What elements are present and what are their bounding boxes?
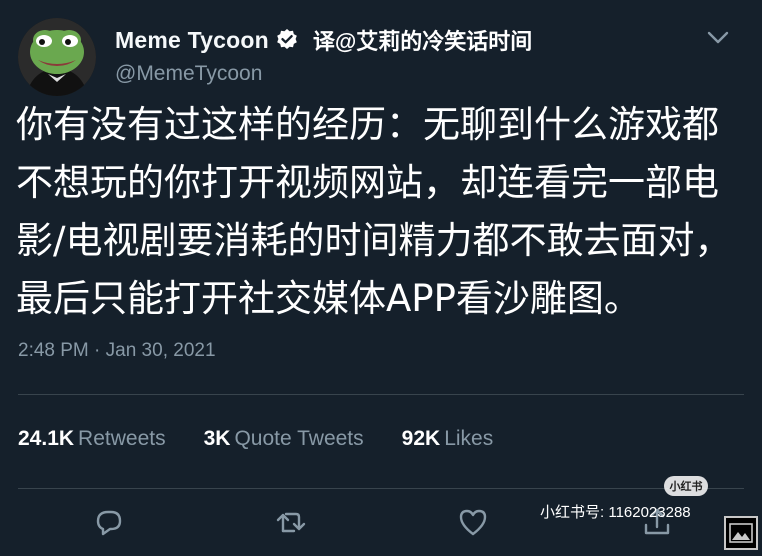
name-row: Meme Tycoon 译@艾莉的冷笑话时间: [115, 24, 532, 56]
quote-tweets-count: 3K: [203, 427, 231, 450]
quote-tweets-stat[interactable]: 3K Quote Tweets: [204, 427, 364, 451]
divider: [18, 394, 744, 395]
tweet-line: 你有没有过这样的经历：无聊到什么游戏都: [16, 103, 719, 146]
engagement-stats: 24.1K Retweets 3K Quote Tweets 92K Likes: [18, 427, 531, 451]
user-handle[interactable]: @MemeTycoon: [115, 62, 262, 86]
quote-tweets-label: Quote Tweets: [234, 427, 364, 450]
retweets-stat[interactable]: 24.1K Retweets: [18, 427, 166, 451]
display-name[interactable]: Meme Tycoon: [115, 27, 269, 54]
retweets-label: Retweets: [78, 427, 166, 450]
tweet-text: 你有没有过这样的经历：无聊到什么游戏都 不想玩的你打开视频网站，却连看完一部电 …: [16, 96, 746, 328]
likes-count: 92K: [401, 427, 441, 450]
chevron-down-icon[interactable]: [705, 28, 731, 48]
retweets-count: 24.1K: [18, 427, 75, 450]
mountain-icon: [729, 523, 753, 543]
image-gallery-icon[interactable]: [724, 516, 758, 550]
divider: [18, 488, 744, 489]
verified-badge-icon: [277, 29, 297, 49]
frog-avatar-icon: [18, 18, 96, 96]
translator-credit: 译@艾莉的冷笑话时间: [312, 29, 533, 54]
likes-stat[interactable]: 92K Likes: [402, 427, 494, 451]
reply-icon[interactable]: [92, 505, 126, 539]
tweet-line: 影/电视剧要消耗的时间精力都不敢去面对，: [16, 219, 732, 262]
likes-label: Likes: [444, 427, 494, 450]
tweet-timestamp[interactable]: 2:48 PM · Jan 30, 2021: [18, 340, 216, 362]
avatar[interactable]: [18, 18, 96, 96]
watermark-id: 小红书号: 1162023288: [540, 504, 691, 521]
tweet-line: 最后只能打开社交媒体APP看沙雕图。: [16, 277, 641, 320]
heart-icon[interactable]: [456, 505, 490, 539]
tweet-line: 不想玩的你打开视频网站，却连看完一部电: [16, 161, 719, 204]
retweet-icon[interactable]: [274, 505, 308, 539]
xiaohongshu-badge: 小红书: [664, 476, 708, 496]
